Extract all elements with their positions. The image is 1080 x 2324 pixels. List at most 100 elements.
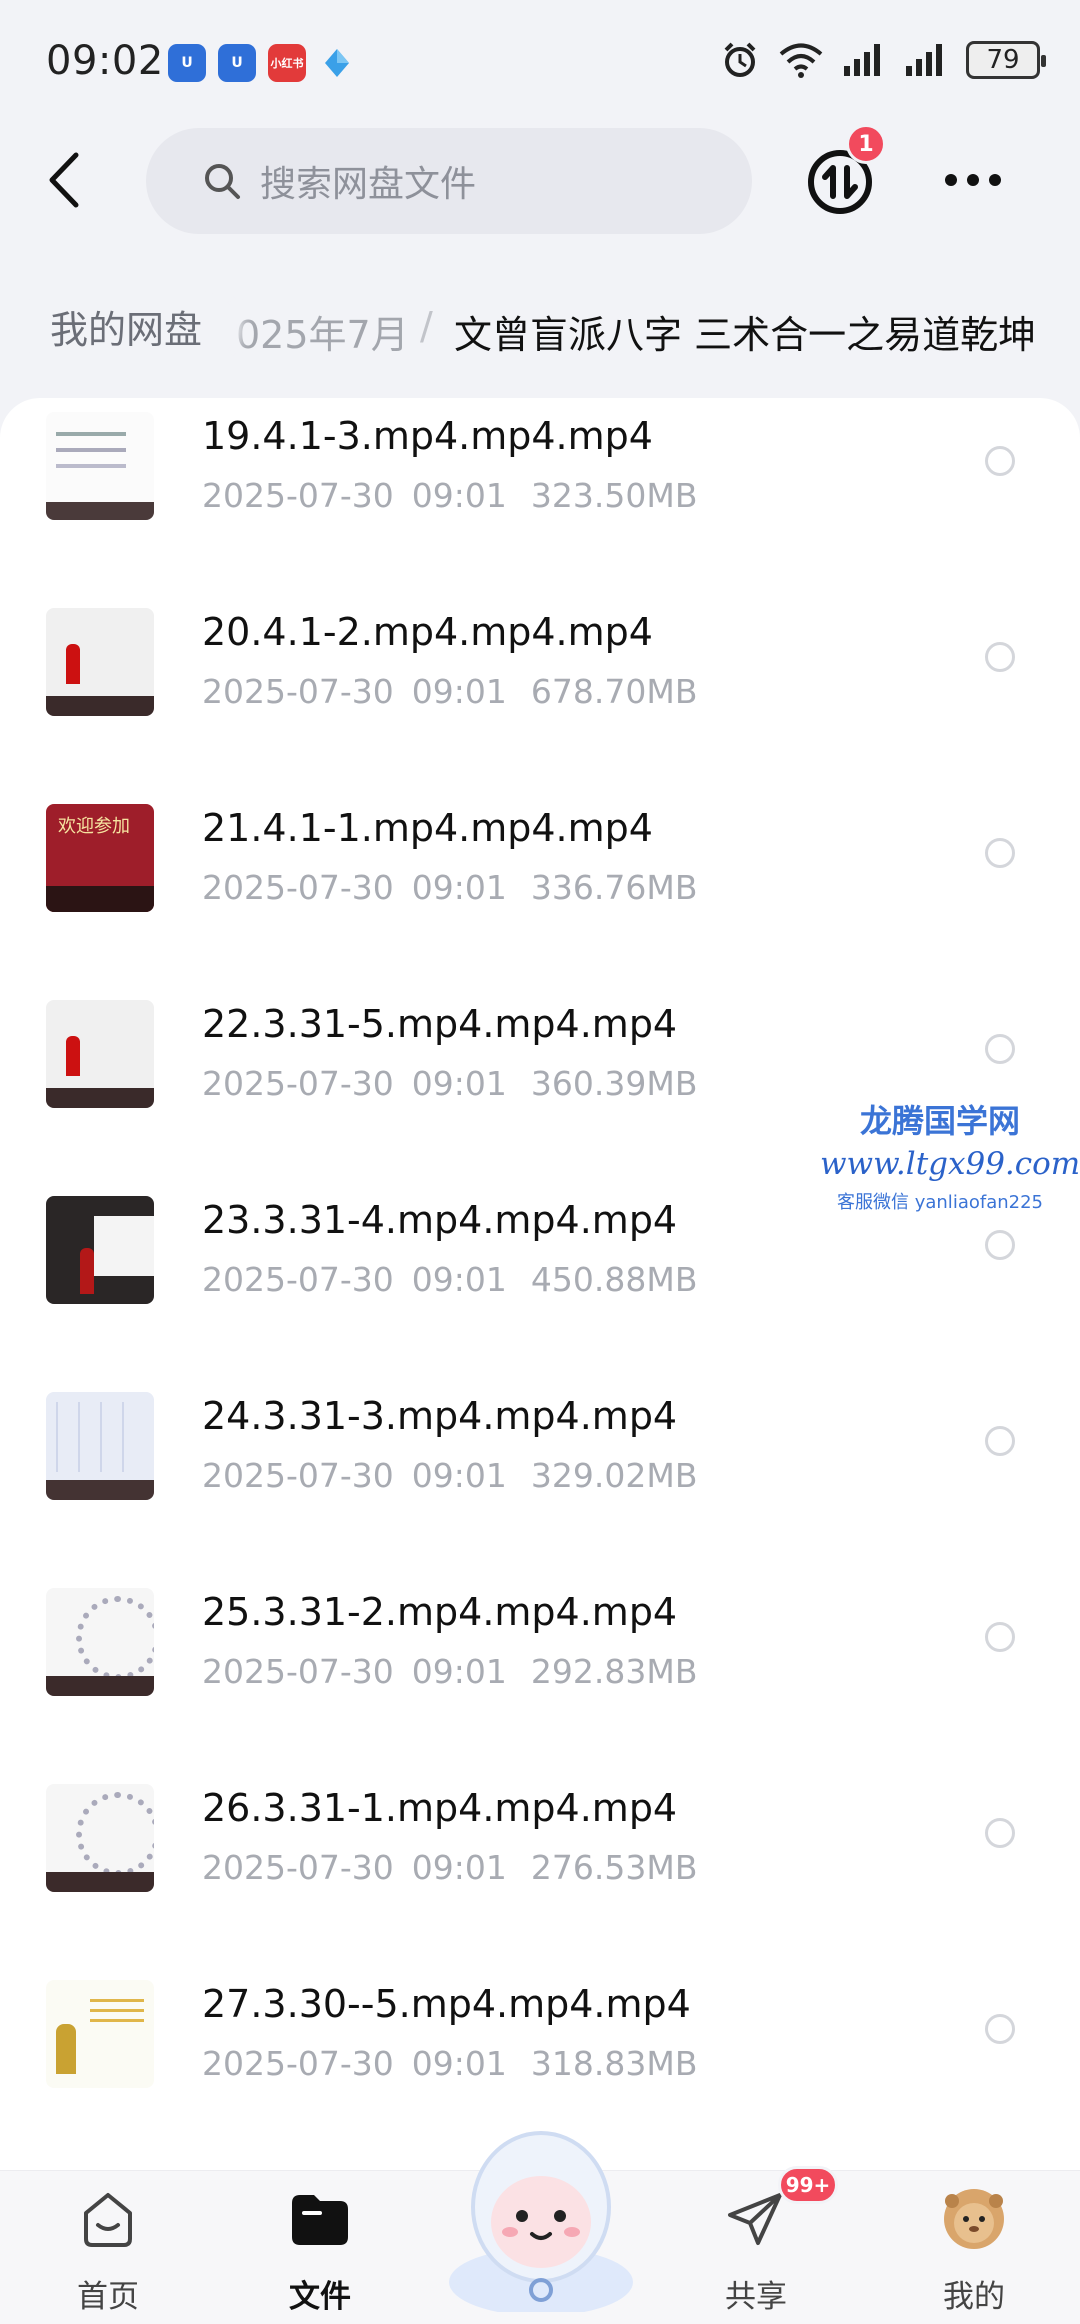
app-shield-icon: U	[218, 44, 256, 82]
video-thumbnail	[46, 608, 154, 716]
select-radio[interactable]	[985, 1818, 1015, 1848]
more-options-button[interactable]	[938, 160, 1008, 200]
file-size: 450.88MB	[530, 1260, 698, 1299]
file-row[interactable]: 20.4.1-2.mp4.mp4.mp4 2025-07-30 09:01 678.7…	[0, 550, 1080, 746]
nav-share[interactable]: 共享	[686, 2187, 826, 2317]
status-bar: 09:02 U U 小红书 79	[0, 0, 1080, 120]
nav-files-label: 文件	[289, 2279, 351, 2315]
file-row[interactable]: 27.3.30--5.mp4.mp4.mp4 2025-07-30 09:01 318…	[0, 1922, 1080, 2118]
video-thumbnail	[46, 804, 154, 912]
file-time: 09:01	[411, 1260, 507, 1299]
file-date: 2025-07-30	[202, 1260, 394, 1299]
alarm-icon	[724, 42, 756, 77]
select-radio[interactable]	[985, 1622, 1015, 1652]
file-time: 09:01	[411, 1848, 507, 1887]
nav-home[interactable]: 首页	[38, 2187, 178, 2317]
breadcrumb-separator: /	[420, 304, 433, 348]
dot	[967, 174, 979, 186]
file-name: 25.3.31-2.mp4.mp4.mp4	[202, 1590, 678, 1634]
dot	[989, 174, 1001, 186]
select-radio[interactable]	[985, 838, 1015, 868]
file-size: 336.76MB	[530, 868, 698, 907]
file-name: 20.4.1-2.mp4.mp4.mp4	[202, 610, 653, 654]
search-placeholder: 搜索网盘文件	[260, 164, 477, 205]
file-date: 2025-07-30	[202, 672, 394, 711]
file-meta: 2025-07-30 09:01 292.83MB	[202, 1652, 697, 1691]
video-thumbnail	[46, 1000, 154, 1108]
file-size: 276.53MB	[530, 1848, 698, 1887]
search-input[interactable]: 搜索网盘文件	[146, 128, 752, 234]
select-radio[interactable]	[985, 1034, 1015, 1064]
file-time: 09:01	[411, 1064, 507, 1103]
select-radio[interactable]	[985, 642, 1015, 672]
file-name: 24.3.31-3.mp4.mp4.mp4	[202, 1394, 678, 1438]
file-meta: 2025-07-30 09:01 329.02MB	[202, 1456, 697, 1495]
file-date: 2025-07-30	[202, 2044, 394, 2083]
file-size: 292.83MB	[530, 1652, 698, 1691]
file-name: 21.4.1-1.mp4.mp4.mp4	[202, 806, 653, 850]
file-date: 2025-07-30	[202, 1064, 394, 1103]
file-date: 2025-07-30	[202, 868, 394, 907]
wifi-icon	[779, 43, 823, 78]
file-date: 2025-07-30	[202, 1652, 394, 1691]
file-row[interactable]: 26.3.31-1.mp4.mp4.mp4 2025-07-30 09:01 276.…	[0, 1726, 1080, 1922]
file-date: 2025-07-30	[202, 1456, 394, 1495]
file-meta: 2025-07-30 09:01 336.76MB	[202, 868, 697, 907]
share-badge: 99+	[778, 2166, 838, 2204]
file-meta: 2025-07-30 09:01 360.39MB	[202, 1064, 697, 1103]
file-time: 09:01	[411, 476, 507, 515]
breadcrumb-current: 文曾盲派八字 三术合一之易道乾坤	[454, 313, 1037, 357]
file-size: 678.70MB	[530, 672, 698, 711]
nav-share-label: 共享	[725, 2279, 787, 2315]
breadcrumb-root[interactable]: 我的网盘	[20, 290, 233, 362]
paper-plane-icon	[728, 2193, 782, 2245]
file-list: 19.4.1-3.mp4.mp4.mp4 2025-07-30 09:01 323.5…	[0, 398, 1080, 2170]
file-size: 329.02MB	[530, 1456, 698, 1495]
file-row[interactable]: 21.4.1-1.mp4.mp4.mp4 2025-07-30 09:01 336.7…	[0, 746, 1080, 942]
video-thumbnail	[46, 1980, 154, 2088]
file-meta: 2025-07-30 09:01 323.50MB	[202, 476, 697, 515]
mascot-icon	[449, 2131, 633, 2316]
file-time: 09:01	[411, 1652, 507, 1691]
select-radio[interactable]	[985, 2014, 1015, 2044]
select-radio[interactable]	[985, 1426, 1015, 1456]
ai-assistant-mascot-button[interactable]	[438, 2112, 644, 2316]
status-app-icons: U U 小红书	[168, 44, 356, 82]
file-size: 360.39MB	[530, 1064, 698, 1103]
watermark: 龙腾国学网 www.ltgx99.com 客服微信 yanliaofan225	[820, 1096, 1080, 1214]
file-row[interactable]: 24.3.31-3.mp4.mp4.mp4 2025-07-30 09:01 329.…	[0, 1334, 1080, 1530]
status-time: 09:02	[46, 38, 164, 84]
file-name: 19.4.1-3.mp4.mp4.mp4	[202, 414, 653, 458]
video-thumbnail	[46, 1196, 154, 1304]
file-meta: 2025-07-30 09:01 318.83MB	[202, 2044, 697, 2083]
select-radio[interactable]	[985, 446, 1015, 476]
watermark-title: 龙腾国学网	[859, 1102, 1020, 1140]
search-icon	[205, 164, 240, 199]
back-button[interactable]	[36, 148, 92, 212]
watermark-url: www.ltgx99.com	[820, 1146, 1080, 1182]
folder-icon	[292, 2195, 348, 2245]
home-icon	[84, 2193, 132, 2247]
chevron-left-icon	[49, 152, 79, 208]
file-time: 09:01	[411, 868, 507, 907]
breadcrumb-item-month[interactable]: 025年7月	[236, 304, 409, 359]
file-meta: 2025-07-30 09:01 276.53MB	[202, 1848, 697, 1887]
transfer-badge: 1	[846, 124, 886, 164]
video-thumbnail	[46, 1588, 154, 1696]
video-thumbnail	[46, 1392, 154, 1500]
file-time: 09:01	[411, 672, 507, 711]
signal-icon	[906, 44, 942, 76]
file-size: 318.83MB	[530, 2044, 698, 2083]
file-row[interactable]: 19.4.1-3.mp4.mp4.mp4 2025-07-30 09:01 323.5…	[0, 398, 1080, 550]
nav-me-label: 我的	[943, 2279, 1005, 2315]
nav-files[interactable]: 文件	[250, 2187, 390, 2317]
watermark-contact: 客服微信 yanliaofan225	[837, 1192, 1043, 1213]
video-thumbnail	[46, 1784, 154, 1892]
file-row[interactable]: 25.3.31-2.mp4.mp4.mp4 2025-07-30 09:01 292.…	[0, 1530, 1080, 1726]
select-radio[interactable]	[985, 1230, 1015, 1260]
file-name: 23.3.31-4.mp4.mp4.mp4	[202, 1198, 678, 1242]
battery-indicator: 79	[966, 41, 1046, 79]
file-name: 22.3.31-5.mp4.mp4.mp4	[202, 1002, 678, 1046]
video-thumbnail	[46, 412, 154, 520]
nav-me[interactable]: 我的	[904, 2187, 1044, 2317]
